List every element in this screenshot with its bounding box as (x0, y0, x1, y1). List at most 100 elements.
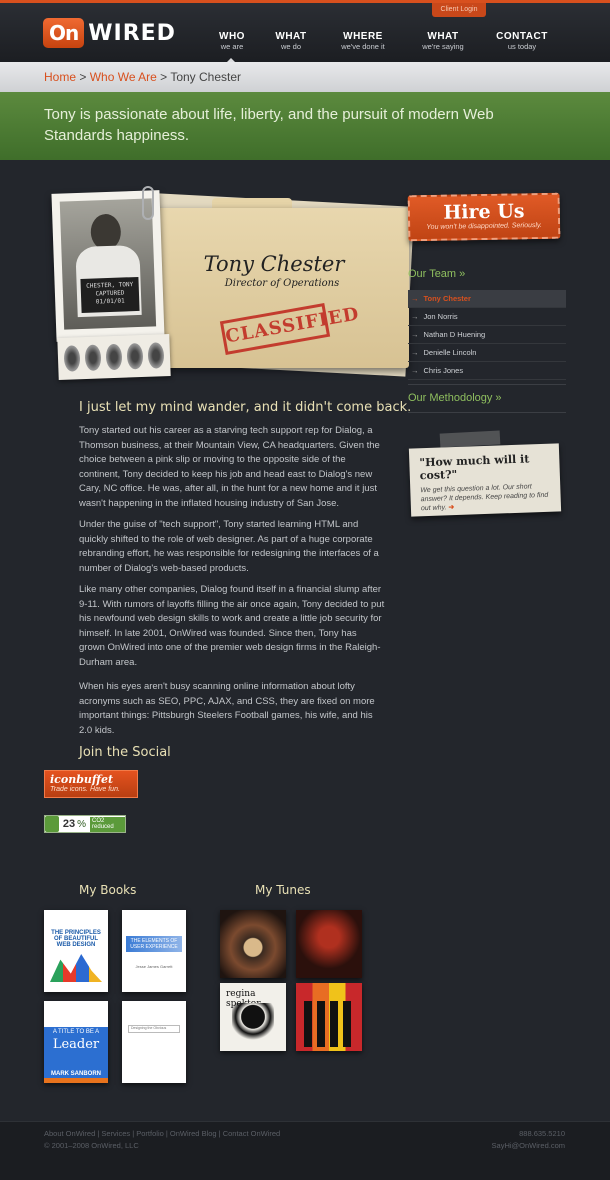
nav-where[interactable]: WHERE we've done it (323, 31, 403, 51)
sidebar-divider (408, 384, 566, 385)
social-heading: Join the Social (79, 745, 171, 760)
team-item-tony-chester[interactable]: → Tony Chester (408, 290, 566, 308)
paperclip-icon (142, 186, 154, 220)
nav-contact[interactable]: CONTACT us today (482, 31, 562, 51)
album-cover[interactable] (220, 910, 286, 978)
iconbuffet-name: iconbuffet (50, 773, 114, 786)
fingerprints-card (57, 334, 171, 380)
bio-paragraph: Tony started out his career as a starvin… (79, 425, 380, 509)
book-title: THE PRINCIPLES OF BEAUTIFUL WEB DESIGN (51, 930, 101, 948)
breadcrumb-home[interactable]: Home (44, 70, 76, 84)
team-item-label: Denielle Lincoln (423, 348, 477, 357)
book-cover-stripe (44, 1078, 108, 1083)
bio-paragraph: When his eyes aren't busy scanning onlin… (79, 681, 375, 736)
book-cover[interactable]: THE ELEMENTS OF USER EXPERIENCE Jesse Ja… (122, 910, 186, 992)
book-title: Designing the Obvious (128, 1025, 180, 1033)
profile-folder: Tony Chester Director of Operations CLAS… (44, 180, 415, 390)
team-item-label: Nathan D Huening (423, 330, 486, 339)
nav-contact-title: CONTACT (496, 31, 548, 42)
breadcrumb: Home > Who We Are > Tony Chester (0, 62, 610, 92)
arrow-right-icon: → (411, 294, 419, 303)
nav-what-do[interactable]: WHAT we do (251, 31, 331, 51)
team-list: → Tony Chester → Jon Norris → Nathan D Huen… (408, 290, 566, 380)
book-author: Jesse James Garrett (135, 964, 173, 969)
nav-where-sub: we've done it (341, 42, 385, 51)
footer-email[interactable]: SayHi@OnWired.com (492, 1141, 565, 1150)
album-cover[interactable]: regina spektor (220, 983, 286, 1051)
arrow-right-icon: → (411, 312, 419, 321)
book-subtitle: YOU DON'T NEED A TITLE TO BE A (50, 1023, 102, 1035)
album-art (304, 1001, 354, 1047)
co2-unit: % (77, 818, 87, 830)
book-title: Leader (52, 1037, 100, 1052)
team-item-label: Tony Chester (423, 294, 471, 303)
footer-copyright: © 2001–2008 OnWired, LLC (44, 1141, 139, 1150)
mugshot-sign: CHESTER, TONY CAPTURED 01/01/01 (80, 276, 140, 313)
nav-what-do-sub: we do (280, 42, 301, 51)
quote-heading: I just let my mind wander, and it didn't… (79, 400, 412, 415)
footer-links[interactable]: About OnWired | Services | Portfolio | O… (44, 1129, 280, 1138)
sidebar-divider (408, 412, 566, 413)
mugshot-image: CHESTER, TONY CAPTURED 01/01/01 (59, 198, 157, 330)
co2-label: CO2 reduced (90, 816, 125, 832)
origami-birds-image (50, 954, 102, 982)
arrow-right-icon: → (411, 348, 419, 357)
nav-contact-sub: us today (507, 42, 537, 51)
book-author: MARK SANBORN (51, 1071, 101, 1077)
team-item-chris-jones[interactable]: → Chris Jones (408, 362, 566, 380)
site-header: On WIRED Client Login WHO we are WHAT we… (0, 0, 610, 66)
our-methodology-heading[interactable]: Our Methodology » (408, 392, 502, 404)
client-login-button[interactable]: Client Login (432, 3, 486, 17)
cost-note-title: "How much will it cost?" (419, 452, 530, 483)
book-title: THE ELEMENTS OF USER EXPERIENCE (130, 938, 178, 950)
album-cover[interactable] (296, 983, 362, 1051)
team-item-nathan-huening[interactable]: → Nathan D Huening (408, 326, 566, 344)
bio-paragraph: Under the guise of "tech support", Tony … (79, 519, 379, 574)
co2-badge[interactable]: 23 % CO2 reduced (44, 815, 126, 833)
breadcrumb-who-we-are[interactable]: Who We Are (90, 70, 157, 84)
co2-value: 23 (62, 818, 76, 830)
fingerprint-icon (84, 344, 102, 371)
breadcrumb-sep: > (156, 70, 171, 84)
iconbuffet-tagline: Trade icons. Have fun. (50, 786, 120, 793)
album-cover[interactable] (296, 910, 362, 978)
site-footer: About OnWired | Services | Portfolio | O… (0, 1121, 610, 1180)
cost-note-body: We get this question a lot. Our short an… (420, 482, 551, 514)
team-item-denielle-lincoln[interactable]: → Denielle Lincoln (408, 344, 566, 362)
arrow-right-icon: → (411, 330, 419, 339)
nav-what-saying[interactable]: WHAT we're saying (403, 31, 483, 51)
logo-wired: WIRED (88, 20, 176, 46)
hire-us-subtitle: You won't be disappointed. Seriously. (426, 221, 543, 232)
bio-paragraph: Like many other companies, Dialog found … (79, 584, 385, 668)
nav-where-title: WHERE (343, 31, 383, 42)
nav-what-do-title: WHAT (275, 31, 307, 42)
nav-what-saying-sub: we're saying (422, 42, 464, 51)
logo-on: On (43, 18, 85, 48)
hire-us-button[interactable]: Hire Us You won't be disappointed. Serio… (407, 192, 561, 242)
cost-note-card[interactable]: "How much will it cost?" We get this que… (408, 443, 562, 517)
fingerprint-icon (105, 343, 123, 371)
mugshot-sign-line3: 01/01/01 (95, 297, 125, 306)
arrow-right-icon: ➜ (448, 504, 455, 512)
album-art (232, 1003, 274, 1049)
breadcrumb-current: Tony Chester (170, 70, 242, 84)
book-cover[interactable]: THE PRINCIPLES OF BEAUTIFUL WEB DESIGN (44, 910, 108, 992)
intro-banner: Tony is passionate about life, liberty, … (0, 92, 610, 160)
profile-title: Director of Operations (224, 278, 340, 289)
team-item-jon-norris[interactable]: → Jon Norris (408, 308, 566, 326)
our-team-heading[interactable]: Our Team » (408, 268, 465, 280)
cost-note-text: We get this question a lot. Our short an… (420, 483, 549, 513)
fingerprint-icon (147, 342, 165, 369)
fingerprint-icon (63, 345, 81, 372)
book-cover[interactable]: Designing the Obvious (122, 1001, 186, 1083)
my-tunes-heading: My Tunes (255, 883, 311, 897)
onwired-logo[interactable]: On WIRED (43, 16, 176, 50)
book-cover[interactable]: YOU DON'T NEED A TITLE TO BE A Leader MA… (44, 1001, 108, 1083)
nav-what-saying-title: WHAT (427, 31, 459, 42)
arrow-right-icon: → (411, 366, 419, 375)
iconbuffet-badge[interactable]: iconbuffet Trade icons. Have fun. (44, 770, 138, 798)
fingerprint-icon (126, 343, 144, 370)
team-item-label: Jon Norris (423, 312, 458, 321)
hire-us-title: Hire Us (443, 200, 525, 224)
profile-name: Tony Chester (203, 252, 345, 276)
